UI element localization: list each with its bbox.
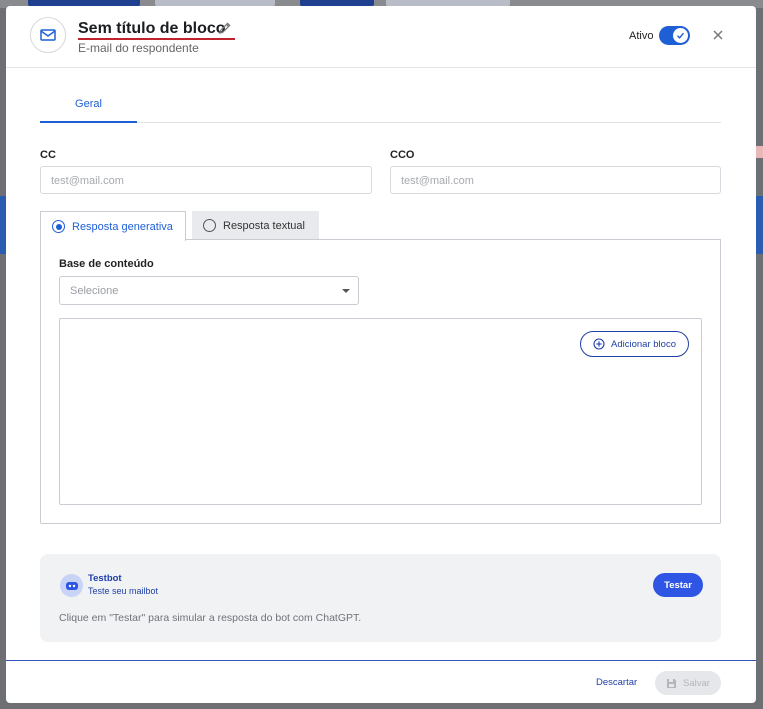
bot-icon	[60, 574, 83, 597]
pencil-icon[interactable]	[218, 21, 232, 35]
block-title[interactable]: Sem título de bloco	[78, 20, 226, 38]
content-base-placeholder: Selecione	[70, 285, 119, 297]
modal-header: Sem título de bloco E-mail do respondent…	[6, 6, 756, 68]
tab-textual-response[interactable]: Resposta textual	[192, 211, 319, 240]
active-toggle[interactable]	[659, 26, 690, 45]
testbot-name: Testbot	[88, 573, 122, 584]
cco-input[interactable]: test@mail.com	[390, 166, 721, 194]
check-icon	[677, 32, 685, 39]
cc-input[interactable]: test@mail.com	[40, 166, 372, 194]
background-tag	[755, 146, 763, 158]
generative-response-label: Resposta generativa	[72, 220, 173, 233]
toggle-knob	[673, 28, 688, 43]
block-subtitle: E-mail do respondente	[78, 41, 199, 55]
email-block-avatar	[30, 17, 66, 53]
chevron-down-icon	[342, 289, 350, 293]
plus-circle-icon	[593, 338, 605, 350]
save-button[interactable]: Salvar	[655, 671, 721, 695]
close-icon[interactable]	[711, 28, 725, 42]
tab-generative-response[interactable]: Resposta generativa	[40, 211, 186, 241]
content-base-label: Base de conteúdo	[59, 258, 154, 270]
tab-geral[interactable]: Geral	[40, 91, 137, 123]
content-base-select[interactable]: Selecione	[59, 276, 359, 305]
robot-icon	[65, 582, 78, 590]
testbot-card	[40, 554, 721, 642]
mail-icon	[40, 29, 56, 41]
title-spellcheck-underline	[78, 38, 235, 40]
radio-unselected-icon	[203, 219, 216, 232]
discard-button[interactable]: Descartar	[596, 677, 637, 688]
testbot-subtitle: Teste seu mailbot	[88, 586, 159, 596]
active-label: Ativo	[629, 30, 654, 42]
add-block-button[interactable]: Adicionar bloco	[580, 331, 689, 357]
floppy-disk-icon	[667, 678, 677, 688]
save-label: Salvar	[683, 677, 710, 689]
block-editor-modal: Sem título de bloco E-mail do respondent…	[6, 6, 756, 703]
testbot-hint: Clique em "Testar" para simular a respos…	[59, 612, 362, 624]
background-right-strip	[755, 196, 763, 254]
section-tabs: Geral	[40, 91, 721, 123]
radio-selected-icon	[52, 220, 65, 233]
textual-response-label: Resposta textual	[223, 219, 305, 232]
cc-label: CC	[40, 149, 56, 161]
modal-footer	[6, 660, 756, 703]
add-block-label: Adicionar bloco	[611, 338, 676, 350]
test-button[interactable]: Testar	[653, 573, 703, 597]
cco-label: CCO	[390, 149, 415, 161]
